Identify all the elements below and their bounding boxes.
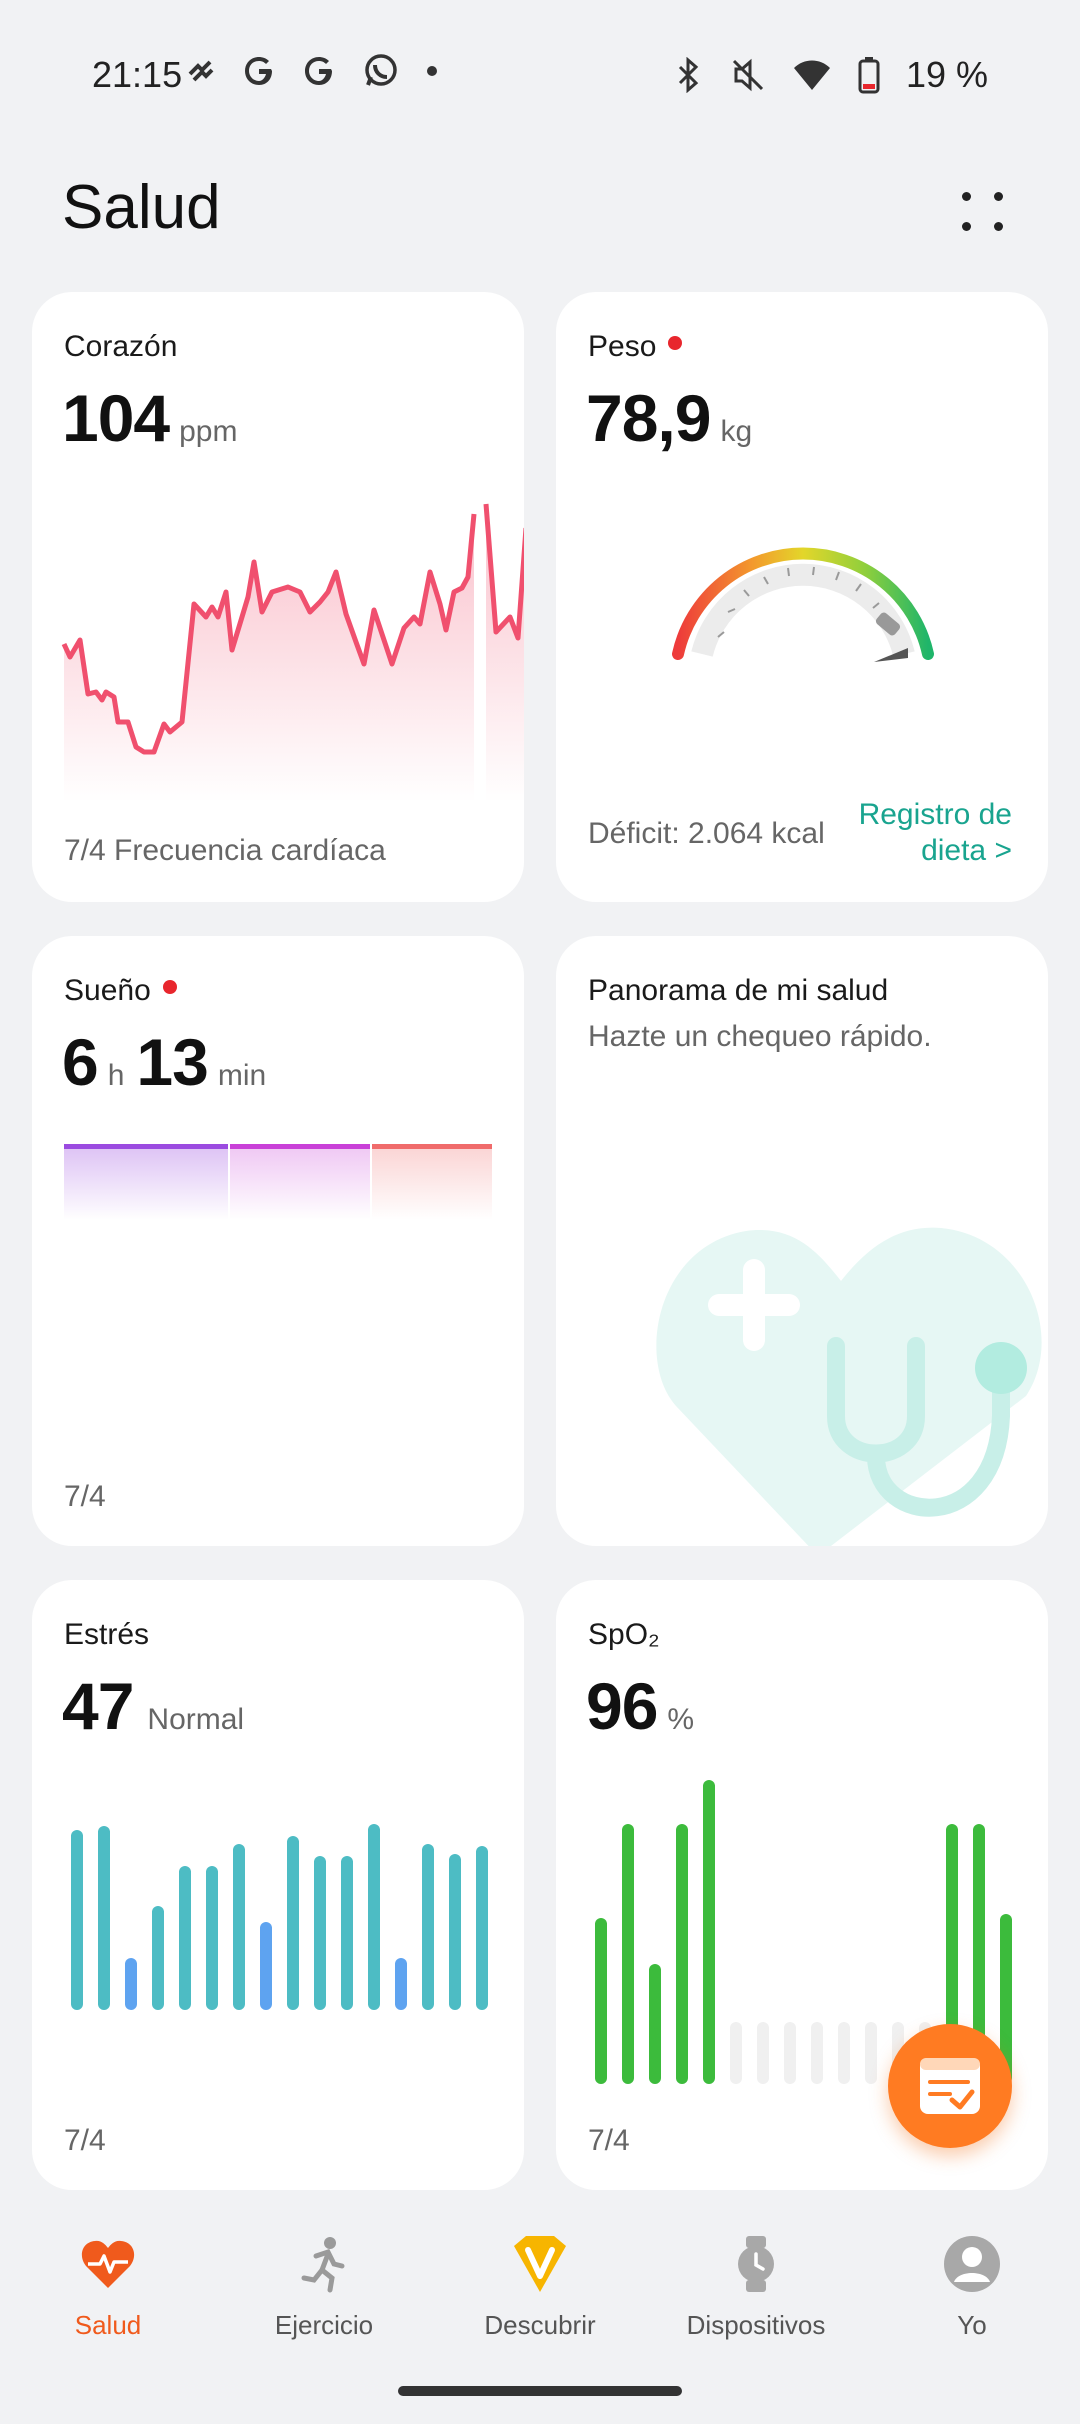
heart-rate-chart <box>61 503 524 802</box>
google-icon <box>305 57 332 85</box>
profile-icon <box>942 2234 1002 2294</box>
stress-card[interactable]: Estrés 47 Normal 7/4 <box>32 1580 524 2190</box>
dot-icon <box>427 66 437 76</box>
spo2-date: 7/4 <box>588 2124 630 2157</box>
nav-item-yo[interactable]: Yo <box>864 2234 1080 2341</box>
bluetooth-icon <box>678 57 699 93</box>
more-options-button[interactable] <box>956 186 1012 236</box>
nav-item-ejercicio[interactable]: Ejercicio <box>216 2234 432 2341</box>
running-icon <box>294 2234 354 2294</box>
heart-rate-footer: 7/4 Frecuencia cardíaca <box>64 834 386 867</box>
chevron-right-icon: > <box>994 834 1012 867</box>
google-icon <box>245 57 272 85</box>
heart-stethoscope-icon <box>656 1227 1042 1546</box>
calorie-deficit: Déficit: 2.064 kcal <box>588 817 825 850</box>
signal-slash-icon <box>188 60 214 82</box>
page-title: Salud <box>62 173 221 242</box>
nav-item-descubrir[interactable]: Descubrir <box>432 2234 648 2341</box>
status-time: 21:15 <box>92 54 183 95</box>
nav-item-salud[interactable]: Salud <box>0 2234 216 2341</box>
battery-percent: 19 % <box>905 54 988 95</box>
vibrate-off-icon <box>732 58 763 92</box>
stress-bar-chart <box>71 1824 488 2010</box>
battery-icon <box>858 57 880 94</box>
status-right-icons: 19 % <box>674 54 988 96</box>
status-left-icons <box>186 52 438 90</box>
diet-log-fab[interactable] <box>888 2024 1012 2148</box>
diet-log-icon <box>920 2058 980 2114</box>
heart-pulse-icon <box>78 2234 138 2294</box>
wifi-icon <box>793 60 830 90</box>
nav-item-dispositivos[interactable]: Dispositivos <box>648 2234 864 2341</box>
home-indicator[interactable] <box>398 2386 682 2396</box>
sleep-card[interactable]: Sueño 6 h 13 min 7/4 <box>32 936 524 1546</box>
heart-rate-card[interactable]: Corazón 104 ppm 7/4 Frecuencia cardíaca <box>32 292 524 902</box>
status-bar: 21:15 19 % <box>0 0 1080 150</box>
sleep-date: 7/4 <box>64 1480 106 1513</box>
watch-icon <box>726 2234 786 2294</box>
whatsapp-icon <box>365 54 397 86</box>
sleep-stage-chart <box>64 1144 492 1220</box>
weight-card[interactable]: Peso 78,9 kg Déficit: 2.064 kcal Registr… <box>556 292 1048 902</box>
discover-v-icon <box>510 2234 570 2294</box>
stress-date: 7/4 <box>64 2124 106 2157</box>
more-dots-icon <box>962 192 971 201</box>
health-overview-card[interactable]: Panorama de mi salud Hazte un chequeo rá… <box>556 936 1048 1546</box>
diet-log-link[interactable]: Registro de dieta > <box>859 797 1012 869</box>
